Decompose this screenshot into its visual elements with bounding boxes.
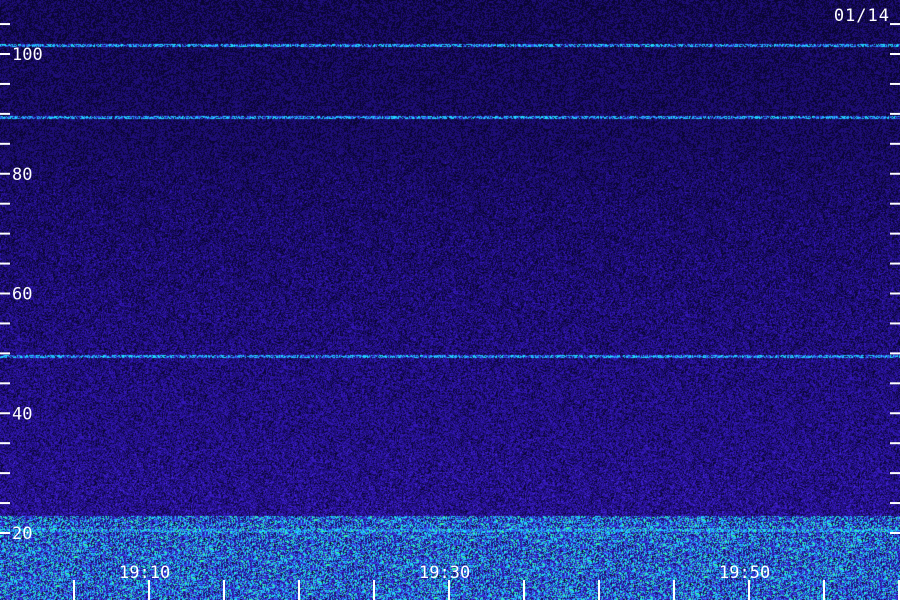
y-tick-label: 100 [12, 45, 43, 65]
x-tick-label: 19:10 [119, 563, 170, 583]
date-label: 01/14 [833, 6, 890, 26]
y-tick-label: 80 [12, 165, 32, 185]
x-tick-label: 19:30 [419, 563, 470, 583]
spectrogram-axes: 20 40 60 80 100 19:10 19:30 19:50 [0, 23, 900, 600]
y-tick-label: 40 [12, 404, 32, 424]
spectrogram-viewer: 20 40 60 80 100 19:10 19:30 19:50 01/14 [0, 0, 900, 600]
y-tick-label: 20 [12, 524, 32, 544]
y-tick-label: 60 [12, 285, 32, 305]
x-tick-label: 19:50 [719, 563, 770, 583]
